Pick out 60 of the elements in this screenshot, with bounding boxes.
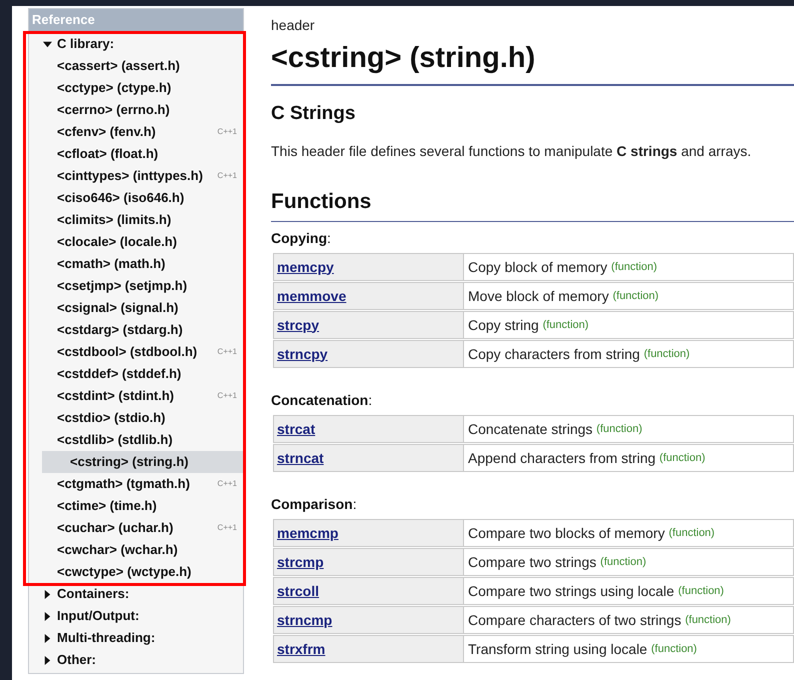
tree-section[interactable]: Other: bbox=[57, 650, 96, 670]
page-title: <cstring> (string.h) bbox=[271, 36, 794, 86]
function-link[interactable]: strncpy bbox=[277, 344, 328, 364]
description-text: This header file defines several functions to manipulate C strings and arrays. bbox=[271, 142, 752, 161]
page-kicker: header bbox=[271, 16, 316, 35]
function-link[interactable]: memcmp bbox=[277, 522, 338, 544]
version-tag: C++1 bbox=[217, 346, 243, 358]
group-label: Copying: bbox=[271, 229, 332, 248]
function-link[interactable]: strxfrm bbox=[277, 638, 326, 660]
tree-item[interactable]: <cctype> (ctype.h) bbox=[29, 77, 243, 99]
tree-item[interactable]: <csetjmp> (setjmp.h) bbox=[29, 275, 243, 297]
function-link[interactable]: memmove bbox=[277, 286, 346, 306]
group-label: Concatenation: bbox=[271, 391, 374, 410]
functions-heading: Functions bbox=[271, 186, 794, 222]
caret-right-icon bbox=[43, 590, 52, 598]
version-tag: C++1 bbox=[217, 126, 243, 138]
version-tag: C++1 bbox=[217, 170, 243, 182]
function-link[interactable]: strncmp bbox=[277, 610, 332, 630]
caret-right-icon bbox=[43, 656, 52, 664]
tree-item[interactable]: <cstdbool> (stdbool.h) C++1 bbox=[29, 341, 243, 363]
function-link[interactable]: strncat bbox=[277, 448, 324, 468]
tree-item[interactable]: <ciso646> (iso646.h) bbox=[29, 187, 243, 209]
tree-item[interactable]: <cfenv> (fenv.h) C++1 bbox=[29, 121, 243, 143]
tree-item[interactable]: <cstdarg> (stdarg.h) bbox=[29, 319, 243, 341]
tree-item[interactable]: <cstdio> (stdio.h) bbox=[29, 407, 243, 429]
caret-right-icon bbox=[43, 634, 52, 642]
section-title: C Strings bbox=[271, 102, 356, 126]
function-link[interactable]: memcpy bbox=[277, 256, 334, 278]
tree-item[interactable]: <cuchar> (uchar.h) C++1 bbox=[29, 517, 243, 539]
tree-item[interactable]: <cassert> (assert.h) bbox=[29, 55, 243, 77]
function-link[interactable]: strcpy bbox=[277, 314, 320, 336]
tree-item[interactable]: <cinttypes> (inttypes.h) C++1 bbox=[29, 165, 243, 187]
caret-right-icon bbox=[43, 612, 52, 620]
function-link[interactable]: strcat bbox=[277, 418, 316, 440]
tree-item[interactable]: <csignal> (signal.h) bbox=[29, 297, 243, 319]
tree-item[interactable]: <climits> (limits.h) bbox=[29, 209, 243, 231]
tree-item[interactable]: <ctgmath> (tgmath.h) C++1 bbox=[29, 473, 243, 495]
tree-item[interactable]: <cfloat> (float.h) bbox=[29, 143, 243, 165]
tree-item[interactable]: <cstring> (string.h) bbox=[42, 451, 243, 473]
tree-item[interactable]: <ctime> (time.h) bbox=[29, 495, 243, 517]
function-link[interactable]: strcoll bbox=[277, 580, 320, 602]
sidebar-title: Reference bbox=[29, 9, 243, 31]
tree-item[interactable]: <clocale> (locale.h) bbox=[29, 231, 243, 253]
tree-item[interactable]: <cwchar> (wchar.h) bbox=[29, 539, 243, 561]
caret-down-icon bbox=[43, 40, 52, 48]
tree-section[interactable]: C library: bbox=[57, 34, 114, 54]
version-tag: C++1 bbox=[217, 522, 243, 534]
function-link[interactable]: strcmp bbox=[277, 552, 324, 572]
version-tag: C++1 bbox=[217, 390, 243, 402]
tree-item[interactable]: <cstddef> (stddef.h) bbox=[29, 363, 243, 385]
tree-section[interactable]: Input/Output: bbox=[57, 606, 140, 626]
tree-section[interactable]: Containers: bbox=[57, 584, 130, 604]
tree-section[interactable]: Multi-threading: bbox=[57, 628, 156, 648]
version-tag: C++1 bbox=[217, 478, 243, 490]
tree-item[interactable]: <cmath> (math.h) bbox=[29, 253, 243, 275]
tree-item[interactable]: <cstdint> (stdint.h) C++1 bbox=[29, 385, 243, 407]
tree-item[interactable]: <cwctype> (wctype.h) bbox=[29, 561, 243, 583]
group-label: Comparison: bbox=[271, 495, 358, 514]
tree-item[interactable]: <cstdlib> (stdlib.h) bbox=[29, 429, 243, 451]
tree-item[interactable]: <cerrno> (errno.h) bbox=[29, 99, 243, 121]
